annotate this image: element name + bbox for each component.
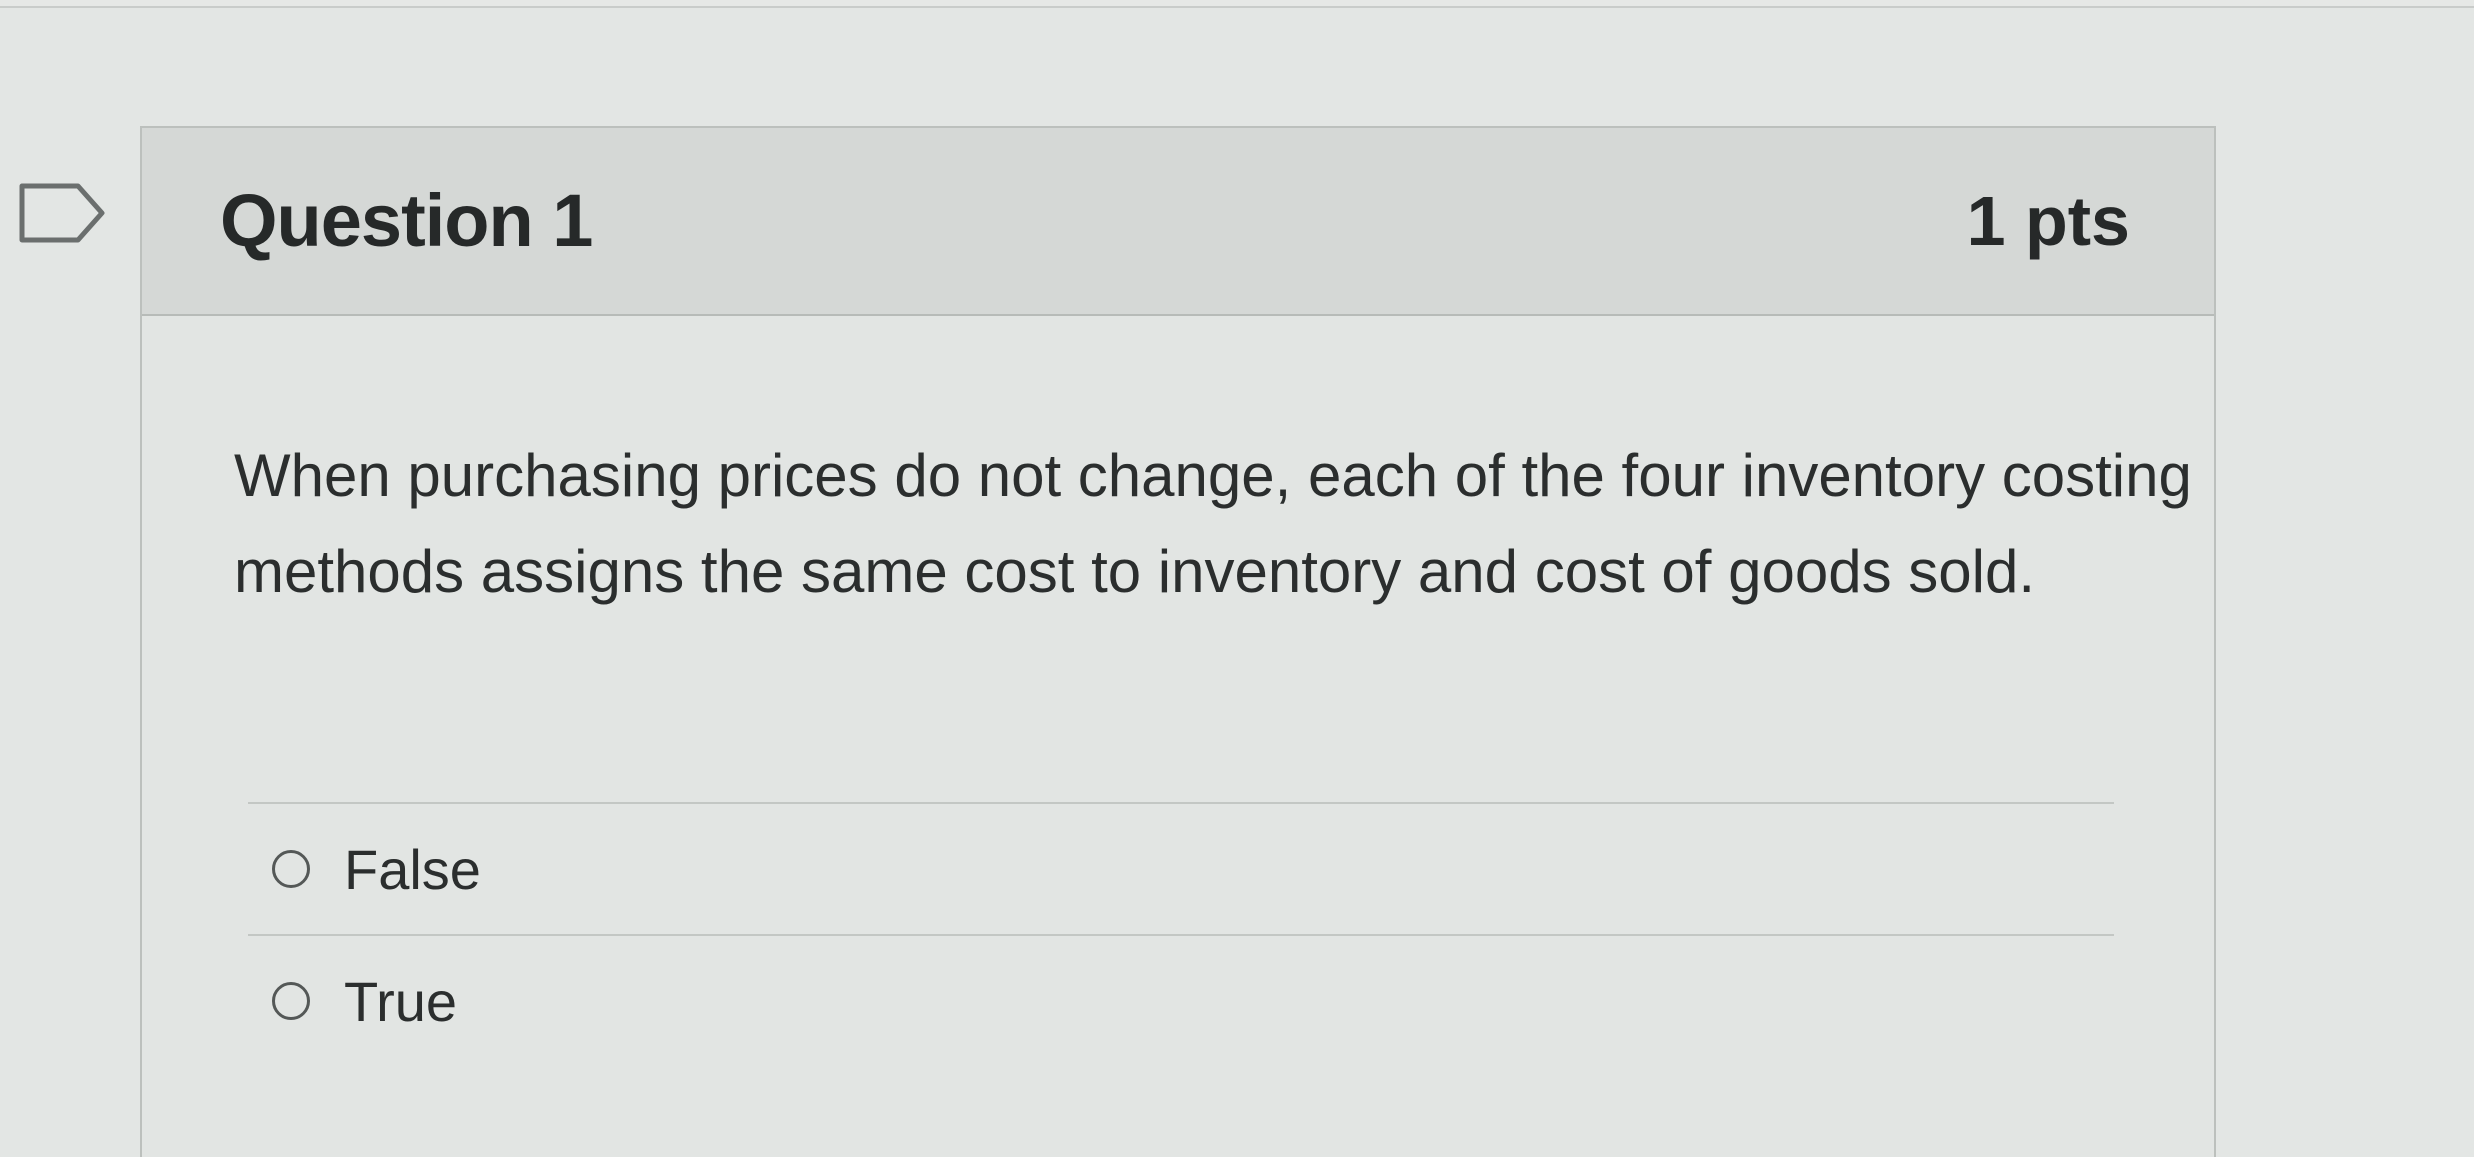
top-divider (0, 0, 2474, 8)
question-title: Question 1 (220, 179, 593, 262)
answer-option-false[interactable]: False (248, 802, 2114, 934)
radio-button-true[interactable] (272, 982, 310, 1020)
answer-list: False True (248, 802, 2114, 1066)
question-card: Question 1 1 pts When purchasing prices … (140, 126, 2216, 1157)
radio-button-false[interactable] (272, 850, 310, 888)
answer-label-false[interactable]: False (344, 837, 481, 902)
flag-question-icon[interactable] (16, 178, 108, 248)
question-body: When purchasing prices do not change, ea… (142, 316, 2214, 1157)
answer-option-true[interactable]: True (248, 934, 2114, 1066)
answer-label-true[interactable]: True (344, 969, 457, 1034)
question-text: When purchasing prices do not change, ea… (234, 442, 2192, 605)
question-points: 1 pts (1966, 182, 2130, 260)
question-header: Question 1 1 pts (142, 128, 2214, 316)
